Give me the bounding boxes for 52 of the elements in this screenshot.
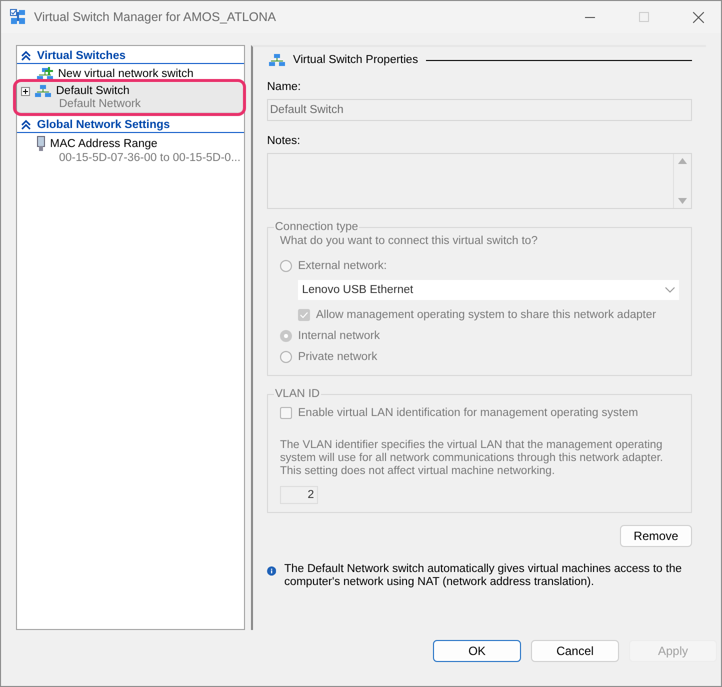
checkbox[interactable]	[298, 308, 310, 320]
network-switch-icon	[35, 84, 51, 98]
window-title: Virtual Switch Manager for AMOS_ATLONA	[34, 10, 277, 24]
close-icon[interactable]	[692, 12, 704, 22]
remove-button[interactable]: Remove	[620, 525, 692, 547]
new-switch-icon	[37, 67, 53, 81]
dialog-button[interactable]: OK	[433, 640, 521, 662]
chevron-icon	[21, 51, 31, 61]
tree-item[interactable]: New virtual network switch	[17, 66, 242, 83]
vlan-id-field[interactable]: 2	[280, 486, 318, 504]
item-sublabel: Default Network	[58, 98, 142, 110]
scroll-down-icon[interactable]	[678, 198, 687, 204]
minimize-icon[interactable]	[585, 16, 595, 18]
dropdown-caret-icon	[665, 287, 675, 293]
notes-label: Notes:	[267, 135, 302, 147]
connection-question: What do you want to connect this virtual switch to?	[280, 235, 539, 247]
section-header[interactable]: Virtual Switches	[17, 49, 244, 64]
scroll-up-icon[interactable]	[678, 158, 687, 164]
maximize-icon	[639, 12, 649, 22]
checkbox[interactable]	[280, 406, 292, 418]
radio-button[interactable]	[280, 330, 292, 342]
group-title: VLAN ID	[274, 388, 321, 400]
section-title: Virtual Switches	[37, 50, 126, 62]
network-adapter-icon	[37, 136, 45, 152]
radio-button[interactable]	[280, 350, 292, 362]
notes-field[interactable]	[267, 153, 692, 209]
radio-label: Internal network	[298, 330, 380, 342]
expand-icon[interactable]	[21, 86, 30, 96]
dialog-button[interactable]: Cancel	[531, 640, 619, 662]
network-switch-icon	[269, 53, 285, 67]
radio-button[interactable]	[280, 260, 292, 272]
tree-item[interactable]: Default Switch Default Network	[17, 83, 242, 112]
checkbox-label: Allow management operating system to share this network adapter	[316, 308, 656, 320]
vlan-description: The VLAN identifier specifies the virtual LAN that the management operating system will use for all network communications through this network adapter. This setting does not affect virtual machine networking.	[280, 439, 664, 478]
section-title: Global Network Settings	[37, 119, 170, 131]
name-field[interactable]: Default Switch	[267, 99, 692, 121]
app-icon	[10, 9, 26, 25]
radio-label: Private network	[298, 350, 378, 362]
adapter-dropdown[interactable]: Lenovo USB Ethernet	[298, 280, 679, 300]
item-label: New virtual network switch	[58, 68, 194, 80]
section-header[interactable]: Global Network Settings	[17, 118, 244, 133]
chevron-icon	[21, 120, 31, 130]
group-title: Connection type	[274, 221, 360, 233]
checkbox-label: Enable virtual LAN identification for management operating system	[298, 406, 638, 418]
radio-label: External network:	[298, 260, 387, 272]
item-label: Default Switch	[56, 85, 130, 97]
panel-title: Virtual Switch Properties	[293, 54, 418, 66]
item-sublabel: 00-15-5D-07-36-00 to 00-15-5D-0...	[58, 152, 242, 164]
info-text: The Default Network switch automatically gives virtual machines access to the computer's network using NAT (network address translation).	[284, 563, 683, 589]
name-label: Name:	[267, 81, 302, 93]
tree-item[interactable]: MAC Address Range 00-15-5D-07-36-00 to 00-15-5D-0...	[17, 135, 242, 166]
item-label: MAC Address Range	[50, 138, 158, 150]
